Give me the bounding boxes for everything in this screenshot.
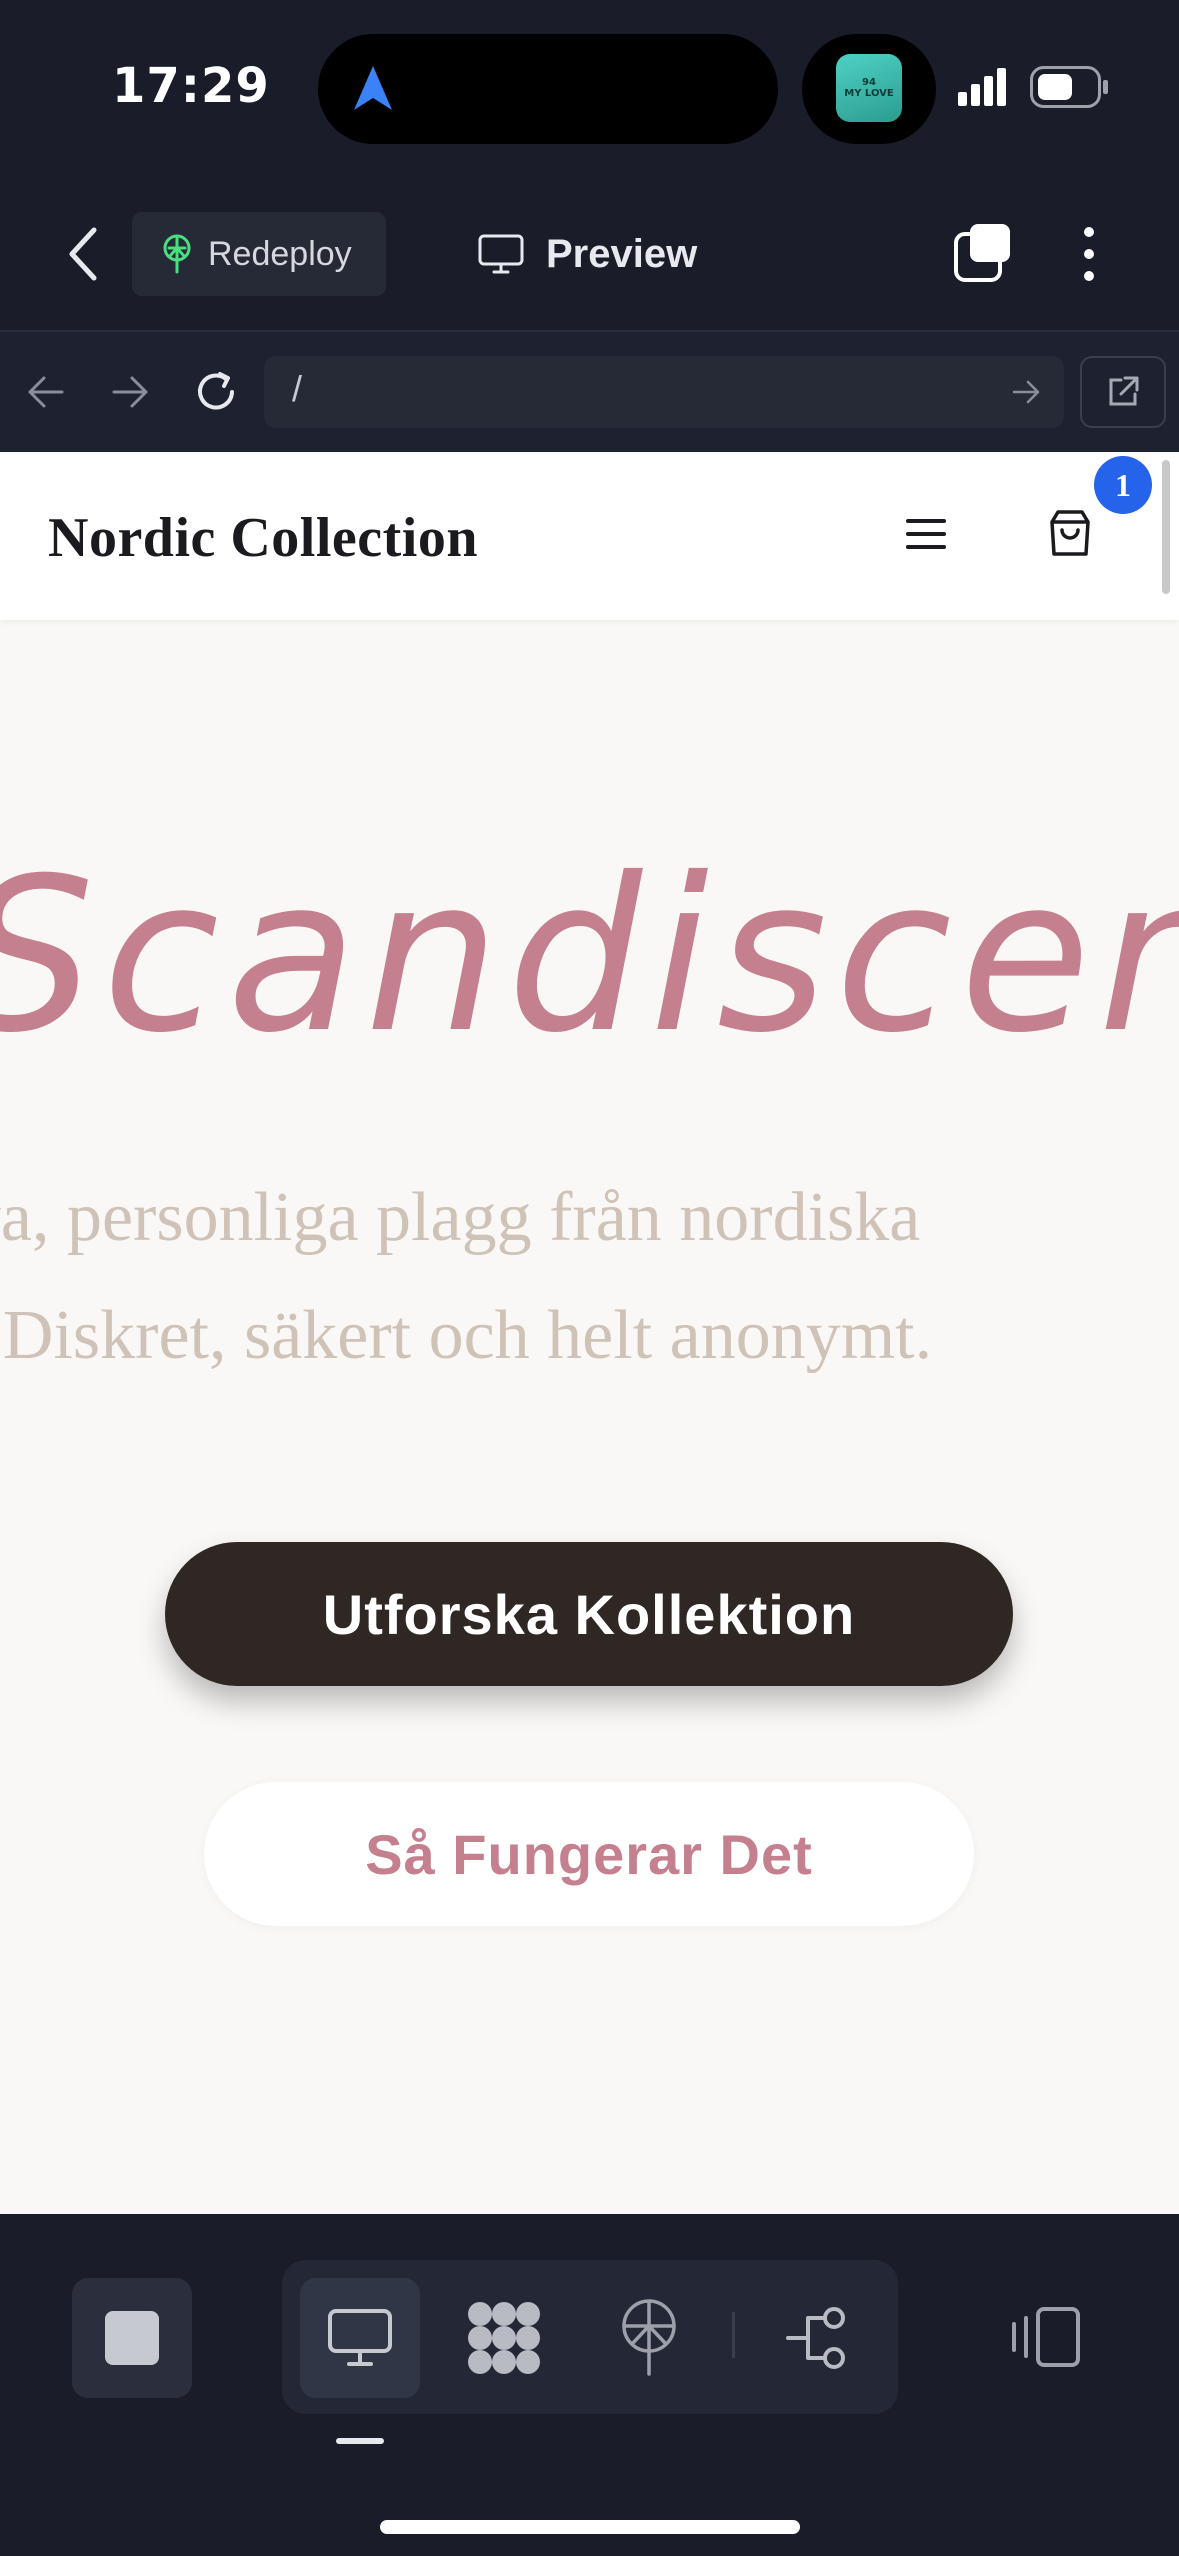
url-text[interactable]: / (292, 368, 302, 410)
open-external-button[interactable] (1080, 356, 1166, 428)
location-arrow-icon (354, 66, 392, 110)
redeploy-label: Redeploy (208, 234, 352, 273)
go-arrow-icon[interactable] (1012, 378, 1040, 406)
hero-title: Scandiscent (0, 832, 1179, 1079)
artwork-number: 94 (862, 77, 876, 88)
site-header: Nordic Collection 1 (0, 452, 1179, 620)
redeploy-button[interactable]: Redeploy (132, 212, 386, 296)
desktop-view-button[interactable] (300, 2278, 420, 2398)
monitor-icon (478, 234, 524, 274)
tabs-icon[interactable] (952, 222, 1014, 284)
side-panel-icon[interactable] (1010, 2306, 1082, 2368)
shopping-bag-icon[interactable] (1046, 508, 1094, 558)
scrollbar-thumb[interactable] (1162, 460, 1170, 594)
cellular-signal-icon (958, 68, 1006, 106)
components-icon[interactable] (466, 2300, 542, 2376)
cart-count-badge: 1 (1094, 456, 1152, 514)
artwork-title: MY LOVE (844, 88, 894, 99)
preview-label: Preview (546, 231, 698, 276)
webpage-viewport: Nordic Collection 1 Scandiscent Exklusiv… (0, 452, 1179, 2214)
home-indicator[interactable] (380, 2520, 800, 2534)
arrow-right-icon[interactable] (110, 374, 150, 410)
stop-icon (105, 2311, 159, 2365)
site-brand[interactable]: Nordic Collection (48, 506, 478, 570)
how-it-works-button[interactable]: Så Fungerar Det (204, 1782, 974, 1926)
deploy-tree-icon (163, 234, 191, 274)
stop-button[interactable] (72, 2278, 192, 2398)
status-time: 17:29 (112, 58, 270, 114)
now-playing-artwork: 94 MY LOVE (836, 54, 902, 122)
explore-collection-button[interactable]: Utforska Kollektion (165, 1542, 1013, 1686)
more-vertical-icon[interactable] (1076, 224, 1102, 284)
preview-tab[interactable]: Preview (478, 222, 697, 286)
deploy-icon[interactable] (618, 2298, 680, 2376)
external-link-icon (1109, 376, 1139, 406)
url-bar[interactable] (264, 356, 1064, 428)
hero-subtitle-line1: Exklusiva, personliga plagg från nordisk… (0, 1179, 921, 1256)
chevron-left-icon[interactable] (66, 226, 100, 282)
arrow-left-icon[interactable] (26, 374, 66, 410)
desktop-icon (328, 2309, 392, 2366)
dynamic-island (318, 34, 778, 144)
hamburger-menu-icon[interactable] (906, 518, 946, 550)
workflow-icon[interactable] (786, 2306, 852, 2370)
active-view-indicator (336, 2438, 384, 2444)
reload-icon[interactable] (192, 368, 240, 416)
battery-icon (1030, 66, 1108, 108)
hero-subtitle-line2: kvinnor. Diskret, säkert och helt anonym… (0, 1297, 933, 1374)
segment-divider (732, 2312, 735, 2358)
